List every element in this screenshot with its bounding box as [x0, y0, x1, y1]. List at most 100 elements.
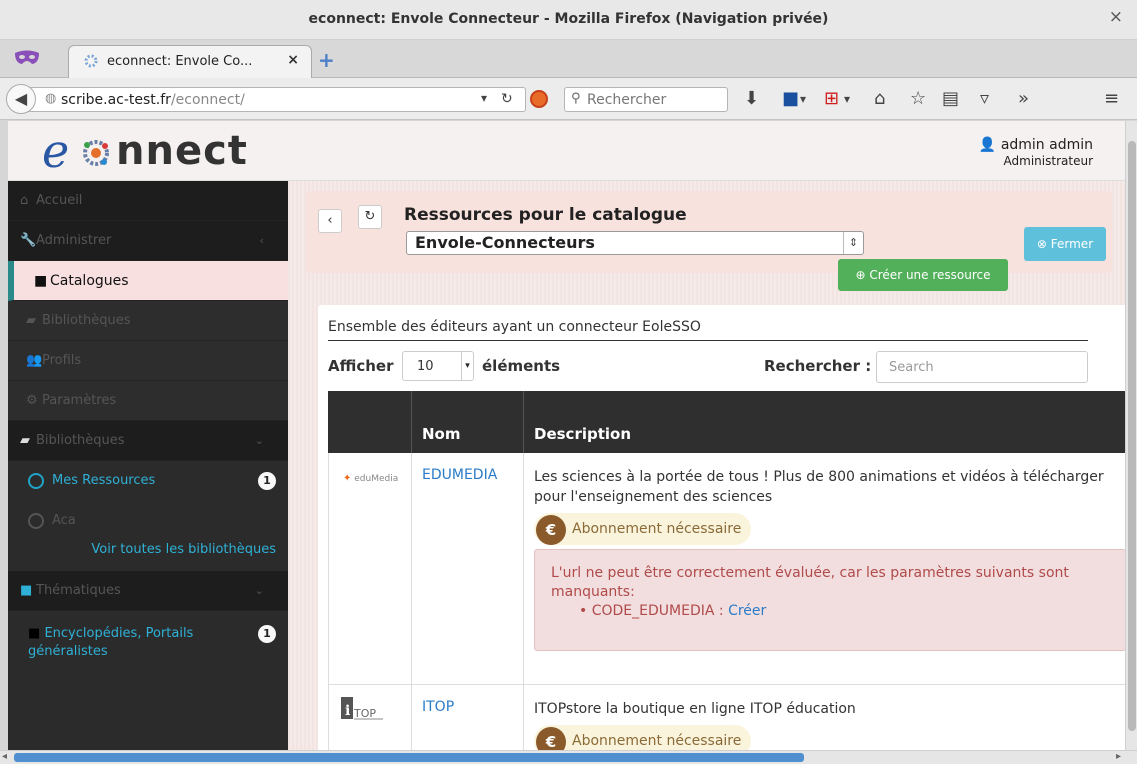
user-icon: 👤	[978, 137, 997, 153]
window-titlebar: econnect: Envole Connecteur - Mozilla Fi…	[0, 0, 1137, 40]
back-button[interactable]: ◀	[6, 84, 36, 114]
sidebar-item-parametres[interactable]: ⚙ Paramètres	[8, 381, 288, 421]
private-mask-icon	[15, 50, 39, 64]
missing-param-item: • CODE_EDUMEDIA : Créer	[579, 603, 767, 619]
browser-search-bar[interactable]: ⚲ Rechercher	[564, 87, 728, 112]
horizontal-scroll-thumb[interactable]	[14, 753, 804, 762]
browser-search-placeholder: Rechercher	[587, 92, 667, 108]
close-circle-icon: ⊗	[1036, 237, 1047, 251]
url-text: scribe.ac-test.fr/econnect/	[61, 92, 245, 108]
econnect-logo[interactable]: e nnect	[42, 124, 247, 178]
itop-logo: i TOP	[341, 697, 383, 720]
table-search-input[interactable]: Search	[876, 351, 1088, 383]
count-badge: 1	[258, 472, 276, 490]
page-length-select[interactable]: 10 ▾	[402, 351, 474, 381]
logo-e: e	[42, 124, 70, 178]
vertical-scroll-thumb[interactable]	[1128, 141, 1136, 731]
download-icon[interactable]: ⬇	[744, 88, 759, 109]
menu-icon[interactable]: ≡	[1104, 88, 1119, 109]
page-viewport: e nnect 👤 admin admin Administrateur ⌂ Ac…	[8, 121, 1125, 750]
save-menu-icon[interactable]: ▾	[800, 92, 806, 106]
circle-icon	[28, 512, 44, 529]
header-description[interactable]: Description	[524, 391, 1125, 453]
addon-icon[interactable]: ⊞	[824, 88, 839, 109]
row-name-link[interactable]: EDUMEDIA	[412, 453, 524, 684]
row-description: Les sciences à la portée de tous ! Plus …	[534, 469, 1104, 505]
header-logo-cell	[328, 391, 412, 453]
header-nom[interactable]: Nom	[412, 391, 524, 453]
overflow-icon[interactable]: »	[1018, 88, 1029, 109]
page-length-value: 10	[417, 359, 434, 374]
page-title: Ressources pour le catalogue	[404, 205, 687, 225]
sidebar-item-administrer[interactable]: 🔧Administrer ‹	[8, 221, 288, 261]
window-close-icon[interactable]: ×	[1109, 7, 1123, 27]
catalogue-select[interactable]: Envole-Connecteurs ⇕	[406, 231, 864, 255]
table-caption: Ensemble des éditeurs ayant un connecteu…	[328, 319, 1088, 341]
svg-text:i: i	[345, 703, 350, 719]
chevron-left-icon: ‹	[259, 234, 264, 247]
subscription-badge: € Abonnement nécessaire	[534, 513, 752, 545]
horizontal-scrollbar[interactable]: ◂ ▸	[0, 750, 1137, 764]
tab-favicon-icon	[84, 54, 98, 68]
bookmarks-list-icon[interactable]: ▤	[942, 88, 959, 109]
scroll-left-icon[interactable]: ◂	[2, 751, 7, 762]
caret-down-icon: ▾	[461, 352, 473, 380]
tab-bar: econnect: Envole Co... × +	[0, 40, 1137, 78]
url-bar[interactable]: ◍ scribe.ac-test.fr/econnect/ ▾ ↻	[28, 87, 526, 112]
briefcase-icon: ■	[34, 273, 48, 289]
rechercher-label: Rechercher :	[764, 357, 872, 375]
row-description-cell: Les sciences à la portée de tous ! Plus …	[524, 453, 1125, 684]
home-icon: ⌂	[20, 193, 29, 208]
navigation-toolbar: ◍ scribe.ac-test.fr/econnect/ ▾ ↻ ◀ ⚲ Re…	[0, 78, 1137, 120]
check-circle-icon	[28, 472, 44, 489]
sidebar-item-bibliotheques-admin[interactable]: ▰ Bibliothèques	[8, 301, 288, 341]
reload-icon[interactable]: ↻	[501, 91, 513, 107]
main-content: ‹ ↻ Ressources pour le catalogue Envole-…	[288, 181, 1125, 750]
euro-icon: €	[536, 726, 566, 750]
alert-message: L'url ne peut être correctement évaluée,…	[551, 565, 1069, 600]
chevron-down-icon: ⌄	[254, 584, 264, 597]
sidebar-item-thematiques[interactable]: ■ Thématiques ⌄	[8, 571, 288, 611]
globe-icon: ◍	[45, 91, 57, 106]
edumedia-logo: ✦ eduMedia	[343, 473, 399, 484]
sidebar-item-bibliotheques[interactable]: ▰ Bibliothèques ⌄	[8, 421, 288, 461]
sidebar-item-catalogues[interactable]: ■ Catalogues	[8, 261, 288, 301]
pocket-icon[interactable]: ▿	[980, 88, 989, 109]
addon-menu-icon[interactable]: ▾	[844, 92, 850, 106]
page-header: e nnect 👤 admin admin Administrateur	[8, 121, 1125, 181]
creer-param-link[interactable]: Créer	[728, 603, 766, 619]
square-icon: ■	[20, 583, 33, 598]
logo-gear-icon	[83, 140, 109, 166]
home-icon[interactable]: ⌂	[874, 88, 885, 109]
sidebar-item-profils[interactable]: 👥Profils	[8, 341, 288, 381]
user-menu[interactable]: 👤 admin admin Administrateur	[979, 137, 1093, 168]
refresh-button[interactable]: ↻	[358, 205, 382, 229]
sidebar-item-mes-ressources[interactable]: Mes Ressources 1	[8, 461, 288, 501]
user-name: 👤 admin admin	[978, 137, 1093, 153]
collapse-button[interactable]: ‹	[318, 209, 342, 233]
svg-text:TOP: TOP	[353, 707, 376, 720]
creer-ressource-button[interactable]: ⊕ Créer une ressource	[838, 259, 1008, 291]
plus-circle-icon: ⊕	[855, 268, 866, 282]
tab-close-icon[interactable]: ×	[287, 52, 299, 68]
bookmark-star-icon[interactable]: ☆	[910, 88, 926, 109]
sidebar-item-aca[interactable]: Aca	[8, 501, 288, 541]
row-name-link[interactable]: ITOP	[412, 685, 524, 750]
url-dropdown-icon[interactable]: ▾	[481, 91, 487, 105]
noscript-icon[interactable]	[530, 90, 548, 108]
sidebar-item-encyclopedies[interactable]: ■ Encyclopédies, Portails généralistes 1	[8, 625, 288, 675]
wrench-icon: 🔧	[20, 233, 37, 248]
sidebar-item-accueil[interactable]: ⌂ Accueil	[8, 181, 288, 221]
fermer-button[interactable]: ⊗ Fermer	[1024, 227, 1106, 261]
missing-params-alert: L'url ne peut être correctement évaluée,…	[534, 549, 1125, 651]
tab-econnect[interactable]: econnect: Envole Co... ×	[68, 45, 312, 78]
search-icon: ⚲	[571, 91, 581, 106]
resource-toolbar: ‹ ↻ Ressources pour le catalogue Envole-…	[306, 191, 1112, 291]
save-icon[interactable]: ■	[782, 88, 799, 109]
scroll-right-icon[interactable]: ▸	[1116, 751, 1121, 762]
table-header: Nom Description	[328, 391, 1125, 453]
new-tab-icon[interactable]: +	[318, 48, 335, 72]
voir-toutes-link[interactable]: Voir toutes les bibliothèques	[8, 542, 288, 557]
row-logo-cell: i TOP	[328, 685, 412, 750]
vertical-scrollbar[interactable]	[1125, 121, 1137, 750]
